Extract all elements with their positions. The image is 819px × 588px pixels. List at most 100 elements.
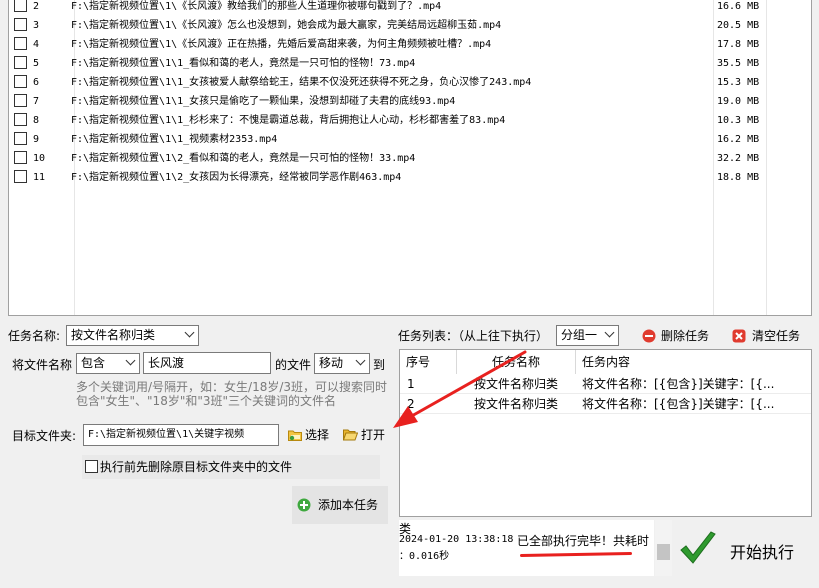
- file-row-path: F:\指定新视频位置\1\《长风渡》教给我们的那些人生道理你被哪句戳到了？.mp…: [71, 1, 442, 12]
- task-header-content: 任务内容: [582, 355, 631, 369]
- file-list[interactable]: 2 F:\指定新视频位置\1\《长风渡》教给我们的那些人生道理你被哪句戳到了？.m…: [8, 0, 812, 316]
- file-row[interactable]: 8 F:\指定新视频位置\1\1_杉杉来了：不愧是霸道总裁，背后拥抱让人心动，杉杉…: [9, 111, 765, 130]
- column-divider: [766, 0, 767, 315]
- task-row[interactable]: 1 按文件名称归类 将文件名称：[{包含}]关键字：[{...: [400, 374, 811, 394]
- task-table[interactable]: 序号 任务名称 任务内容 1 按文件名称归类 将文件名称：[{包含}]关键字：[…: [399, 349, 812, 517]
- file-row-path: F:\指定新视频位置\1\2_看似和蔼的老人，竟然是一只可怕的怪物！33.mp4: [71, 153, 416, 164]
- file-row[interactable]: 9 F:\指定新视频位置\1\1_视频素材2353.mp4 16.2 MB: [9, 130, 765, 149]
- choose-folder-button[interactable]: 选择: [286, 425, 334, 445]
- task-row-num: 1: [407, 377, 415, 391]
- checkmark-icon: [680, 531, 716, 564]
- file-row-size: 16.2 MB: [717, 134, 760, 145]
- chevron-down-icon: [604, 327, 615, 338]
- file-row-num: 11: [33, 172, 46, 183]
- file-row-checkbox[interactable]: [14, 56, 27, 69]
- log-timestamp: 2024-01-20 13:38:18: [399, 534, 514, 545]
- file-row[interactable]: 3 F:\指定新视频位置\1\《长风渡》怎么也没想到，她会成为最大赢家，完美结局远…: [9, 16, 765, 35]
- file-row-path: F:\指定新视频位置\1\1_女孩被爱人献祭给蛇王，结果不仅没死还获得不死之身，…: [71, 77, 532, 88]
- plus-circle-icon: [297, 498, 311, 512]
- file-row-checkbox[interactable]: [14, 18, 27, 31]
- delete-before-row[interactable]: 执行前先删除原目标文件夹中的文件: [82, 455, 380, 479]
- file-row-num: 5: [33, 58, 40, 69]
- folder-icon: [288, 430, 302, 441]
- file-row-size: 16.6 MB: [717, 1, 760, 12]
- log-duration: ：0.016秒: [399, 551, 450, 562]
- start-label: 开始执行: [730, 543, 795, 562]
- minus-circle-icon: [642, 329, 656, 343]
- keyword-hint-line1: 多个关键词用/号隔开，如：女生/18岁/3班，可以搜索同时: [76, 380, 388, 394]
- header-divider: [575, 350, 576, 374]
- file-row[interactable]: 2 F:\指定新视频位置\1\《长风渡》教给我们的那些人生道理你被哪句戳到了？.m…: [9, 0, 765, 16]
- file-row-checkbox[interactable]: [14, 0, 27, 12]
- file-row-path: F:\指定新视频位置\1\1_看似和蔼的老人，竟然是一只可怕的怪物！73.mp4: [71, 58, 416, 69]
- action-mode-value: 移动: [319, 356, 344, 370]
- keyword-input[interactable]: 长风渡: [143, 352, 271, 374]
- delete-before-checkbox[interactable]: [85, 460, 98, 473]
- file-row-size: 17.8 MB: [717, 39, 760, 50]
- task-row-num: 2: [407, 397, 415, 411]
- file-row[interactable]: 6 F:\指定新视频位置\1\1_女孩被爱人献祭给蛇王，结果不仅没死还获得不死之身…: [9, 73, 765, 92]
- file-row-num: 8: [33, 115, 40, 126]
- file-row-size: 19.0 MB: [717, 96, 760, 107]
- task-list-title: 任务列表：（从上往下执行）: [398, 329, 549, 343]
- open-folder-label: 打开: [361, 428, 386, 442]
- chevron-down-icon: [355, 355, 366, 366]
- clear-tasks-label: 清空任务: [752, 329, 801, 343]
- file-row[interactable]: 11 F:\指定新视频位置\1\2_女孩因为长得漂亮，经常被同学恶作剧463.mp…: [9, 168, 765, 187]
- action-mode-select[interactable]: 移动: [314, 353, 370, 374]
- file-row-size: 32.2 MB: [717, 153, 760, 164]
- log-box: 类 2024-01-20 13:38:18 已全部执行完毕！共耗时 ：0.016…: [399, 520, 654, 576]
- task-row-content: 将文件名称：[{包含}]关键字：[{...: [582, 397, 775, 411]
- task-name-value: 按文件名称归类: [71, 328, 156, 342]
- open-folder-button[interactable]: 打开: [342, 425, 390, 445]
- task-row-name: 按文件名称归类: [474, 377, 559, 391]
- keyword-hint-line2: 包含"女生"、"18岁"和"3班"三个关键词的文件名: [76, 394, 337, 408]
- file-row-num: 7: [33, 96, 40, 107]
- delete-task-button[interactable]: 删除任务: [640, 326, 714, 346]
- file-row-size: 20.5 MB: [717, 20, 760, 31]
- add-task-label: 添加本任务: [318, 498, 379, 512]
- file-row-num: 2: [33, 1, 40, 12]
- file-row[interactable]: 4 F:\指定新视频位置\1\《长风渡》正在热播，先婚后爱高甜来袭，为何主角频频被…: [9, 35, 765, 54]
- file-row-path: F:\指定新视频位置\1\《长风渡》怎么也没想到，她会成为最大赢家，完美结局远超…: [71, 20, 502, 31]
- task-header-name: 任务名称: [492, 355, 541, 369]
- header-divider: [456, 350, 457, 374]
- task-row-content: 将文件名称：[{包含}]关键字：[{...: [582, 377, 775, 391]
- match-mode-select[interactable]: 包含: [76, 353, 140, 374]
- file-row-checkbox[interactable]: [14, 113, 27, 126]
- close-circle-icon: [732, 329, 746, 343]
- file-row-size: 10.3 MB: [717, 115, 760, 126]
- start-button[interactable]: 开始执行: [676, 524, 810, 576]
- group-select[interactable]: 分组一: [556, 325, 619, 346]
- scrollbar-thumb[interactable]: [657, 544, 670, 560]
- file-row[interactable]: 10 F:\指定新视频位置\1\2_看似和蔼的老人，竟然是一只可怕的怪物！33.m…: [9, 149, 765, 168]
- file-row-checkbox[interactable]: [14, 151, 27, 164]
- open-folder-icon: [343, 429, 358, 441]
- log-scrollbar[interactable]: [655, 520, 672, 576]
- of-file-label: 的文件: [275, 358, 312, 372]
- file-row-num: 3: [33, 20, 40, 31]
- file-row-path: F:\指定新视频位置\1\1_视频素材2353.mp4: [71, 134, 278, 145]
- file-row[interactable]: 5 F:\指定新视频位置\1\1_看似和蔼的老人，竟然是一只可怕的怪物！73.mp…: [9, 54, 765, 73]
- add-task-button[interactable]: 添加本任务: [292, 486, 388, 524]
- file-row-checkbox[interactable]: [14, 37, 27, 50]
- chevron-down-icon: [184, 327, 195, 338]
- task-row[interactable]: 2 按文件名称归类 将文件名称：[{包含}]关键字：[{...: [400, 394, 811, 414]
- target-folder-value: F:\指定新视频位置\1\关键字视频: [88, 429, 245, 440]
- file-row[interactable]: 7 F:\指定新视频位置\1\1_女孩只是偷吃了一颗仙果，没想到却碰了夫君的底线9…: [9, 92, 765, 111]
- match-mode-value: 包含: [81, 356, 106, 370]
- target-folder-input[interactable]: F:\指定新视频位置\1\关键字视频: [83, 424, 279, 446]
- file-row-checkbox[interactable]: [14, 94, 27, 107]
- task-name-select[interactable]: 按文件名称归类: [66, 325, 199, 346]
- file-row-checkbox[interactable]: [14, 132, 27, 145]
- clear-tasks-button[interactable]: 清空任务: [730, 326, 806, 346]
- task-row-name: 按文件名称归类: [474, 397, 559, 411]
- keyword-value: 长风渡: [148, 356, 185, 370]
- group-value: 分组一: [561, 328, 598, 342]
- rename-label: 将文件名称: [12, 358, 73, 372]
- file-row-num: 9: [33, 134, 40, 145]
- task-name-label: 任务名称:: [8, 329, 61, 343]
- file-row-checkbox[interactable]: [14, 75, 27, 88]
- file-row-checkbox[interactable]: [14, 170, 27, 183]
- file-row-num: 4: [33, 39, 40, 50]
